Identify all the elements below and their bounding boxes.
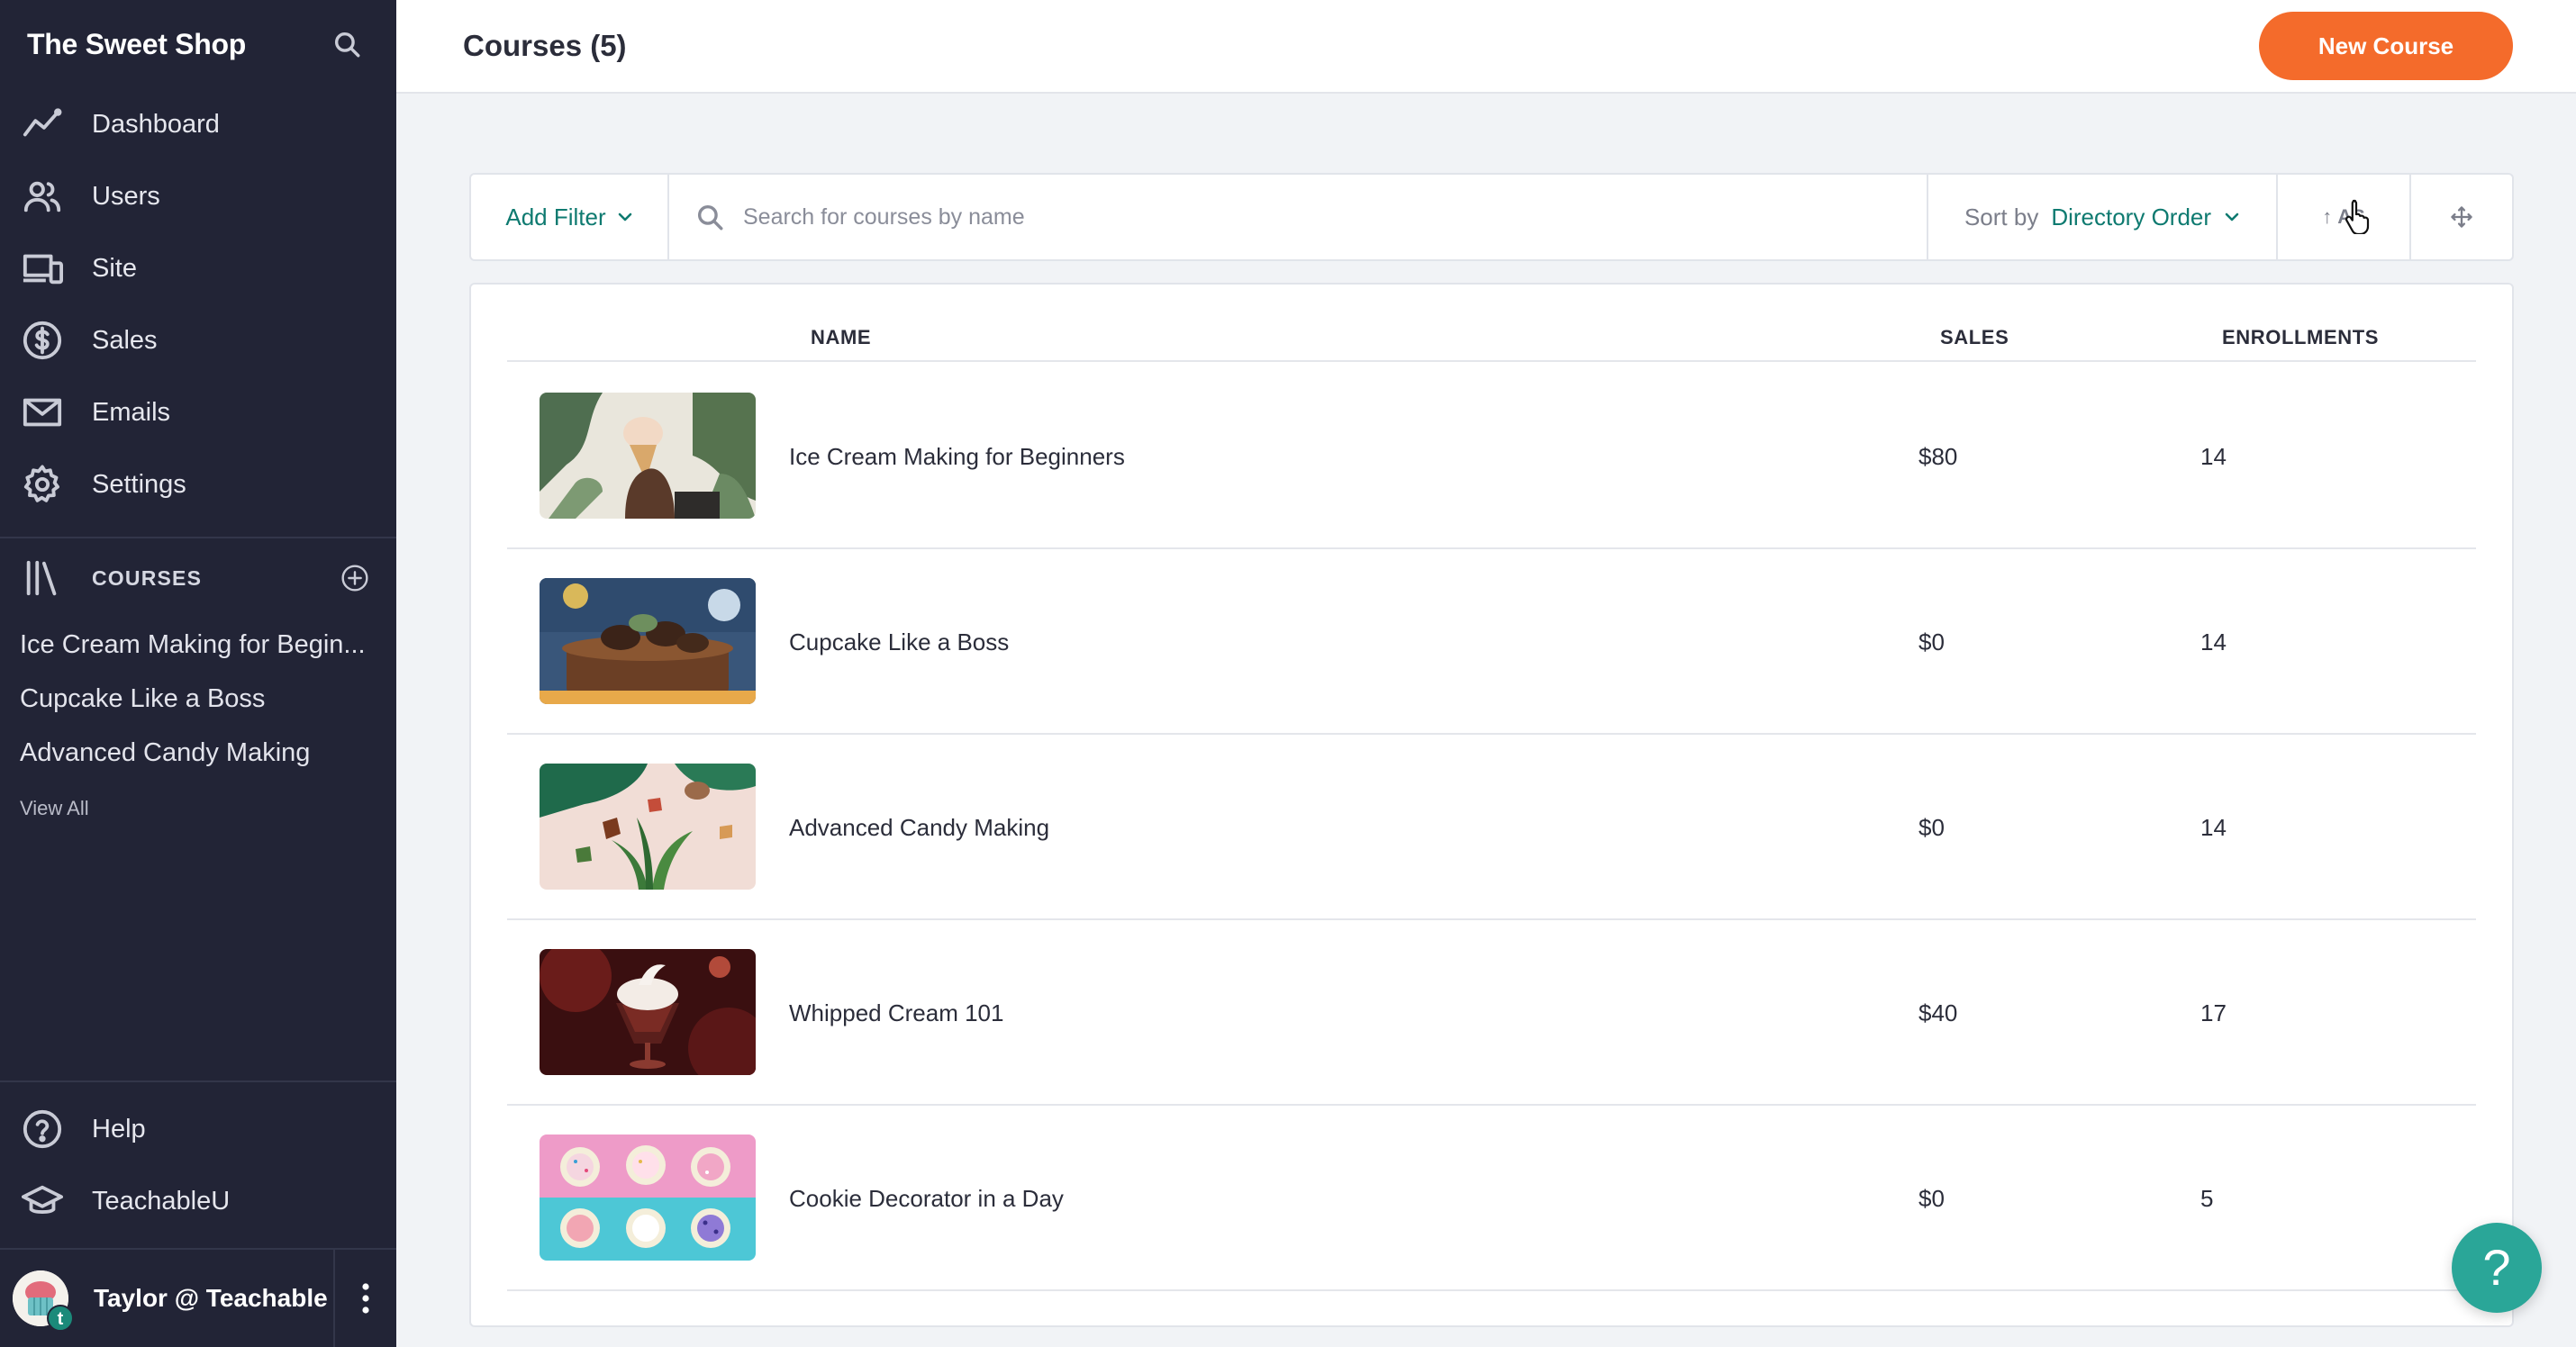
search-icon[interactable] [331, 29, 362, 59]
user-menu: t Taylor @ Teachable [0, 1248, 396, 1347]
chart-line-icon [22, 104, 63, 145]
hand-cursor-icon [2345, 199, 2370, 234]
devices-icon [22, 248, 63, 289]
courses-section-header: COURSES [0, 538, 396, 618]
search-box [669, 175, 1928, 259]
search-icon [697, 204, 723, 231]
nav-label: Site [92, 253, 137, 283]
sort-direction-button[interactable]: ↑ AS [2278, 175, 2411, 259]
sidebar-course-link[interactable]: Advanced Candy Making [0, 726, 396, 780]
arrow-up-icon: ↑ [2322, 205, 2333, 228]
user-profile-button[interactable]: t Taylor @ Teachable [0, 1250, 335, 1347]
nav-item-site[interactable]: Site [0, 232, 396, 304]
column-header-sales[interactable]: SALES [1940, 326, 2009, 349]
add-filter-label: Add Filter [505, 203, 606, 231]
school-badge: t [47, 1305, 74, 1332]
graduation-cap-icon [22, 1180, 63, 1222]
course-sales: $40 [1918, 999, 1958, 1026]
sort-value: Directory Order [2051, 203, 2240, 231]
users-icon [22, 176, 63, 217]
table-row[interactable]: Ice Cream Making for Beginners $80 14 [507, 364, 2476, 549]
course-name[interactable]: Ice Cream Making for Beginners [789, 364, 1125, 549]
course-sales: $0 [1918, 814, 1945, 841]
course-toolbar: Add Filter Sort by Directory Order ↑ AS [469, 173, 2514, 261]
column-header-name[interactable]: NAME [811, 326, 871, 349]
course-name[interactable]: Advanced Candy Making [789, 735, 1049, 920]
chevron-down-icon [618, 212, 631, 221]
envelope-icon [22, 392, 63, 433]
nav-item-sales[interactable]: Sales [0, 304, 396, 376]
course-enrollments: 14 [2200, 628, 2227, 655]
avatar: t [13, 1270, 74, 1332]
help-chat-button[interactable]: ? [2452, 1223, 2542, 1313]
course-enrollments: 5 [2200, 1185, 2214, 1212]
new-course-button[interactable]: New Course [2259, 12, 2513, 80]
nav-item-users[interactable]: Users [0, 160, 396, 232]
nav-item-help[interactable]: Help [0, 1093, 396, 1165]
course-name[interactable]: Cookie Decorator in a Day [789, 1106, 1064, 1291]
course-enrollments: 17 [2200, 999, 2227, 1026]
nav-label: Users [92, 181, 160, 211]
sort-dropdown[interactable]: Sort by Directory Order [1928, 175, 2278, 259]
course-thumbnail-cookies [540, 1135, 756, 1261]
nav-item-emails[interactable]: Emails [0, 376, 396, 448]
chevron-down-icon [2225, 212, 2239, 221]
table-row[interactable]: Whipped Cream 101 $40 17 [507, 920, 2476, 1106]
course-thumbnail-ice-cream [540, 393, 756, 519]
course-sales: $0 [1918, 628, 1945, 655]
sort-value-text: Directory Order [2051, 203, 2212, 231]
sidebar-header: The Sweet Shop [0, 0, 396, 88]
table-row[interactable]: Cupcake Like a Boss $0 14 [507, 549, 2476, 735]
sidebar-course-link[interactable]: Ice Cream Making for Begin... [0, 618, 396, 672]
page-header: Courses (5) New Course [396, 0, 2576, 94]
nav-label: Dashboard [92, 109, 220, 139]
nav-item-dashboard[interactable]: Dashboard [0, 88, 396, 160]
course-name[interactable]: Whipped Cream 101 [789, 920, 1003, 1106]
view-all-courses-link[interactable]: View All [0, 780, 396, 837]
course-thumbnail-cupcake [540, 578, 756, 704]
main-nav: Dashboard Users Site Sales Emails Settin… [0, 88, 396, 520]
nav-label: Emails [92, 397, 171, 427]
nav-item-teachableu[interactable]: TeachableU [0, 1165, 396, 1237]
course-enrollments: 14 [2200, 814, 2227, 841]
table-header: NAME SALES ENROLLMENTS [507, 326, 2476, 362]
move-icon [2451, 206, 2472, 228]
sidebar: The Sweet Shop Dashboard Users Site Sale… [0, 0, 396, 1347]
nav-label: Help [92, 1114, 146, 1144]
divider [0, 1080, 396, 1082]
library-icon [22, 557, 63, 599]
table-row[interactable]: Cookie Decorator in a Day $0 5 [507, 1106, 2476, 1291]
search-input[interactable] [743, 203, 1927, 231]
nav-item-settings[interactable]: Settings [0, 448, 396, 520]
dollar-icon [22, 320, 63, 361]
table-row[interactable]: Advanced Candy Making $0 14 [507, 735, 2476, 920]
course-thumbnail-candy [540, 764, 756, 890]
course-sales: $80 [1918, 443, 1958, 470]
courses-heading[interactable]: COURSES [92, 566, 340, 591]
add-course-icon[interactable] [340, 564, 369, 592]
courses-table: NAME SALES ENROLLMENTS Ice Cream Making … [469, 283, 2514, 1327]
sidebar-footer: Help TeachableU t Taylor @ Teachable [0, 1080, 396, 1347]
course-thumbnail-whipped-cream [540, 949, 756, 1075]
school-name[interactable]: The Sweet Shop [27, 28, 246, 61]
sidebar-course-link[interactable]: Cupcake Like a Boss [0, 672, 396, 726]
column-header-enrollments[interactable]: ENROLLMENTS [2222, 326, 2379, 349]
course-sales: $0 [1918, 1185, 1945, 1212]
gear-icon [22, 464, 63, 505]
page-title: Courses (5) [463, 29, 627, 62]
course-name[interactable]: Cupcake Like a Boss [789, 549, 1009, 735]
help-circle-icon [22, 1108, 63, 1150]
nav-label: Settings [92, 469, 186, 499]
sort-label: Sort by [1964, 203, 2039, 231]
more-vertical-icon[interactable] [335, 1250, 396, 1347]
nav-label: Sales [92, 325, 158, 355]
add-filter-button[interactable]: Add Filter [471, 175, 669, 259]
course-enrollments: 14 [2200, 443, 2227, 470]
nav-label: TeachableU [92, 1186, 231, 1216]
reorder-button[interactable] [2411, 175, 2512, 259]
user-name: Taylor @ Teachable [94, 1284, 328, 1312]
